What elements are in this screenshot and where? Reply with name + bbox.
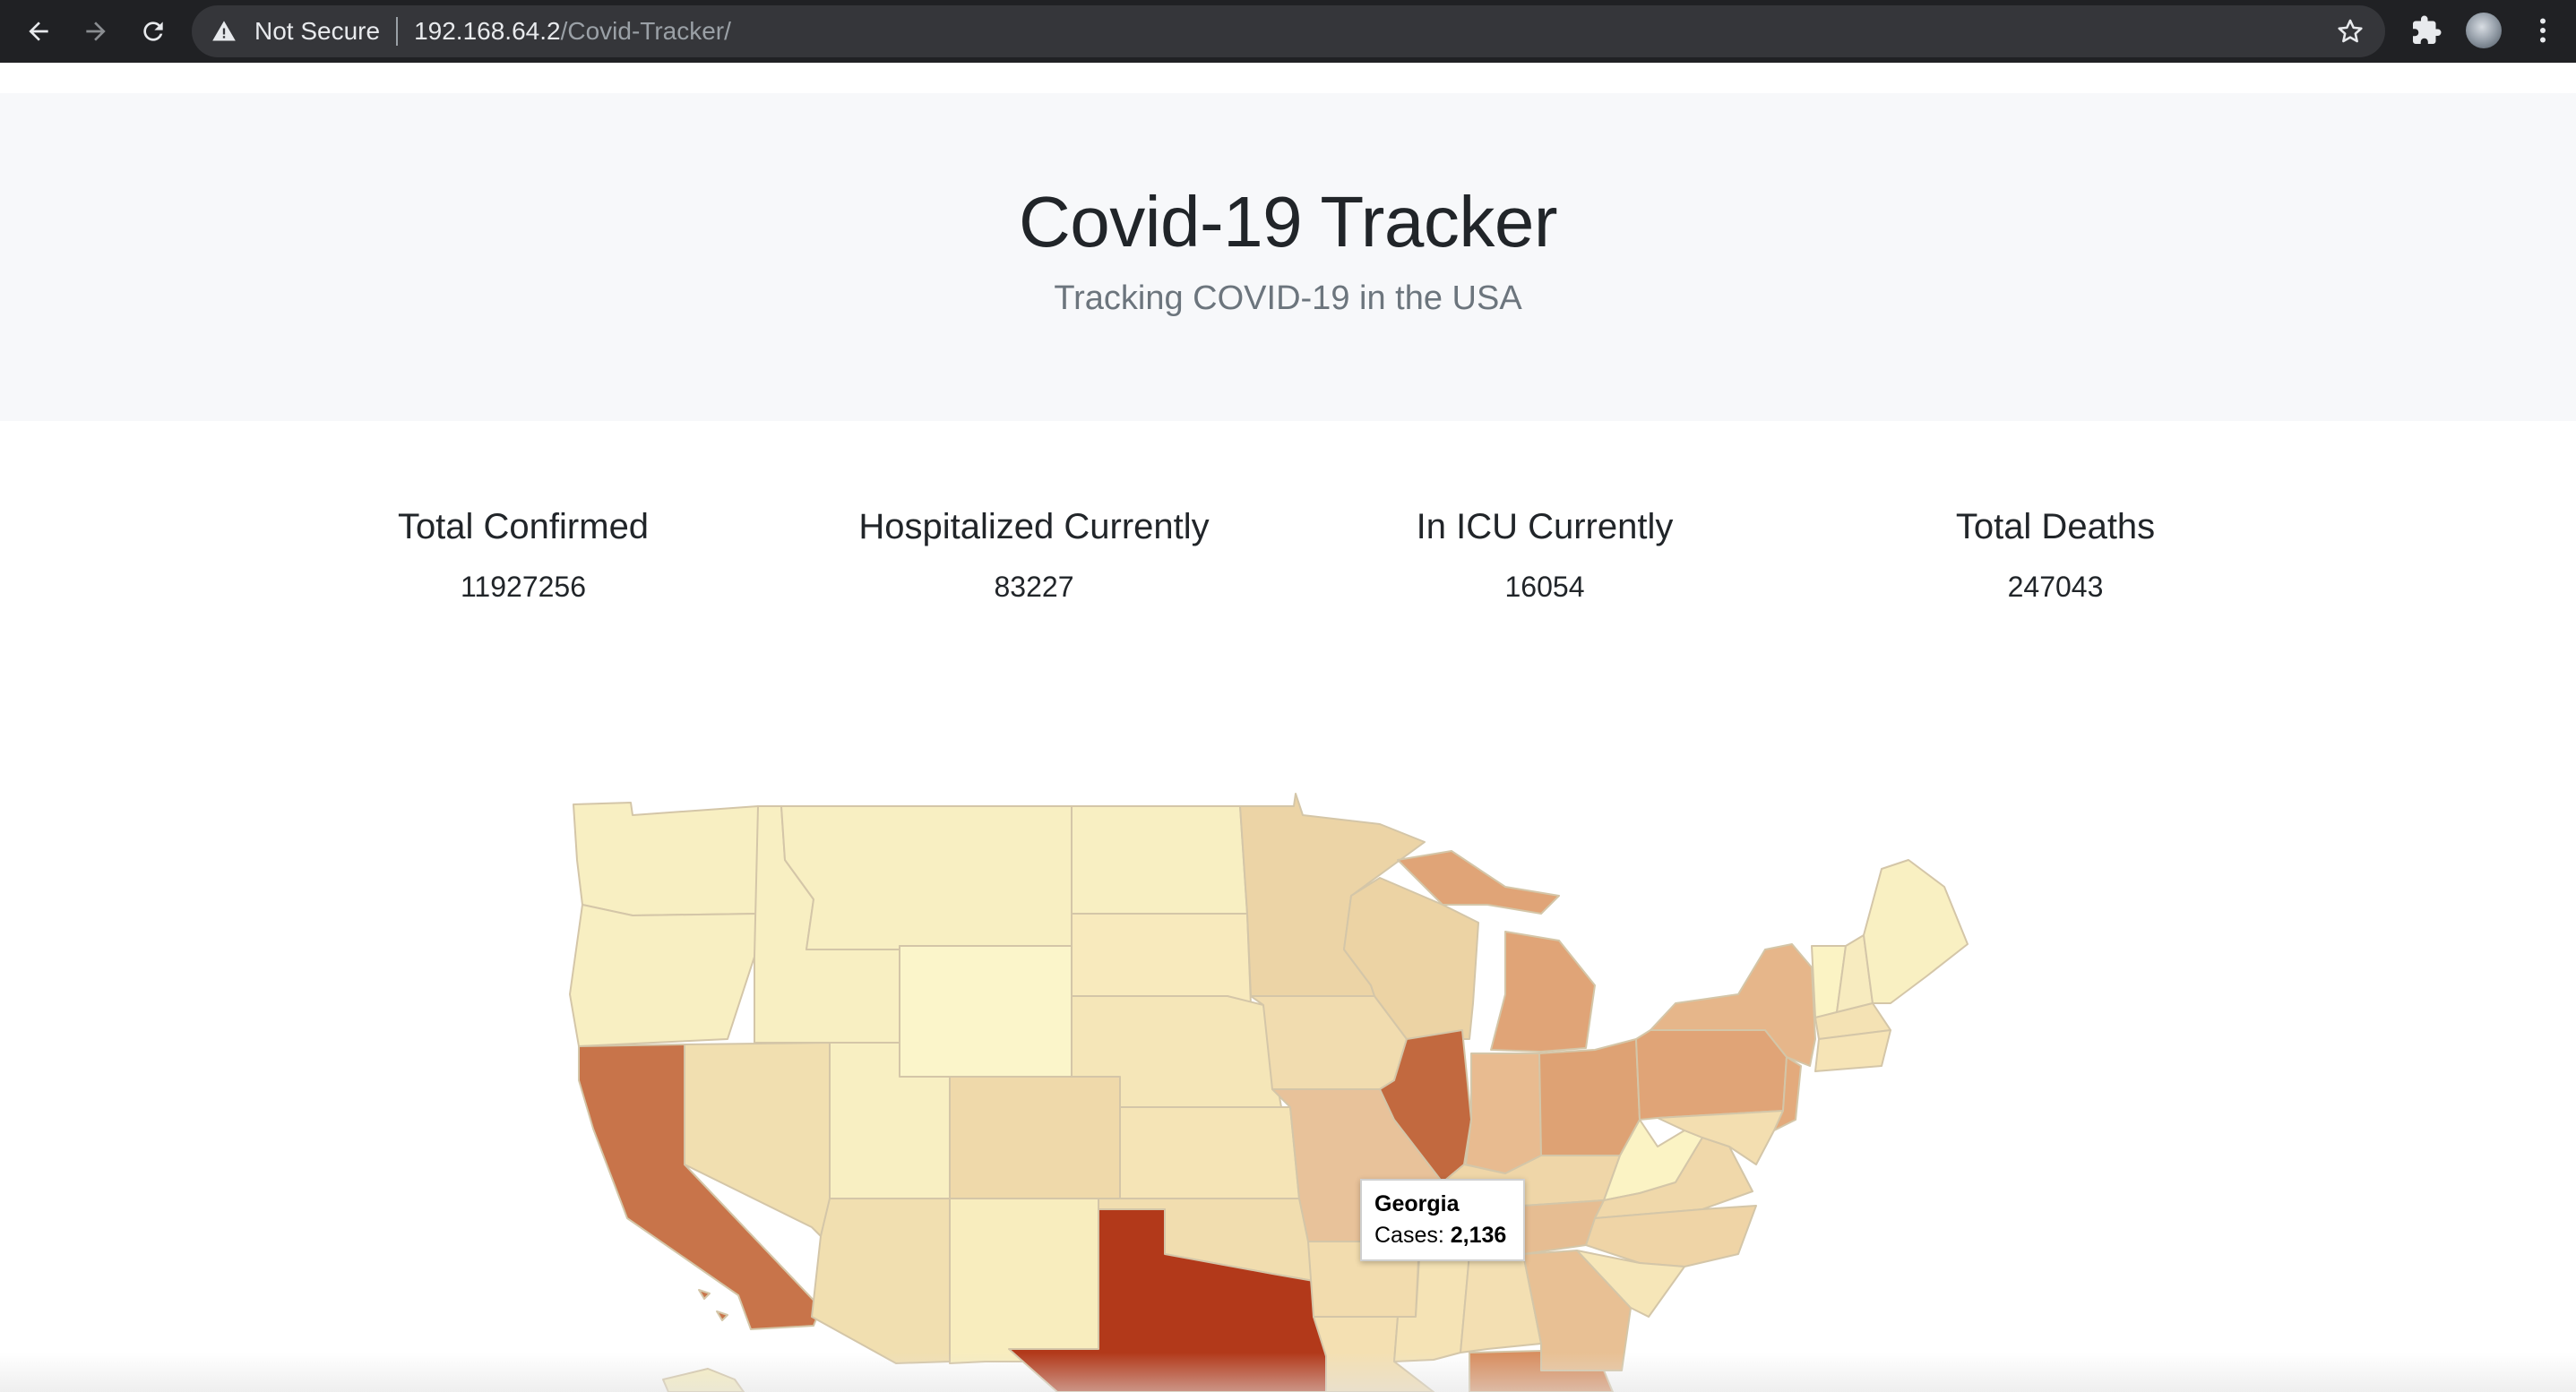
forward-arrow-icon	[86, 21, 106, 41]
state-washington[interactable]	[573, 802, 759, 916]
us-choropleth-map	[569, 793, 1969, 1392]
stat-hospitalized-currently: Hospitalized Currently 83227	[810, 507, 1258, 604]
stat-value: 83227	[994, 571, 1074, 603]
stat-value: 11927256	[461, 571, 586, 603]
tooltip-cases-label: Cases:	[1374, 1223, 1444, 1248]
stat-label: Total Deaths	[1955, 507, 2156, 546]
tooltip-cases-value: 2,136	[1450, 1223, 1507, 1248]
state-wyoming[interactable]	[899, 945, 1073, 1078]
security-label[interactable]: Not Secure	[254, 17, 380, 46]
state-new-mexico[interactable]	[949, 1198, 1099, 1364]
url-host: 192.168.64.2	[414, 17, 561, 45]
state-hawaii-partial[interactable]	[662, 1368, 745, 1392]
state-south-dakota[interactable]	[1071, 913, 1252, 1006]
omnibox-divider	[396, 17, 399, 46]
address-bar[interactable]: Not Secure 192.168.64.2/Covid-Tracker/	[192, 5, 2385, 57]
state-iowa[interactable]	[1250, 995, 1408, 1090]
hero-header: Covid-19 Tracker Tracking COVID-19 in th…	[0, 93, 2576, 421]
url-path: /Covid-Tracker/	[560, 17, 731, 45]
state-maine[interactable]	[1863, 859, 1969, 1004]
profile-avatar[interactable]	[2466, 13, 2502, 48]
page-subtitle: Tracking COVID-19 in the USA	[1054, 279, 1522, 317]
reload-button[interactable]	[133, 11, 174, 52]
kebab-menu-icon[interactable]	[2527, 13, 2559, 48]
tooltip-state-name: Georgia	[1374, 1191, 1460, 1216]
state-ohio[interactable]	[1538, 1038, 1641, 1156]
back-button[interactable]	[18, 11, 59, 52]
stat-label: Hospitalized Currently	[858, 507, 1210, 546]
state-colorado[interactable]	[949, 1076, 1121, 1199]
state-oregon[interactable]	[569, 904, 759, 1047]
warning-icon	[211, 19, 237, 44]
california-channel-islands	[698, 1289, 728, 1321]
state-north-dakota[interactable]	[1071, 805, 1248, 915]
forward-button[interactable]	[75, 11, 116, 52]
browser-toolbar: Not Secure 192.168.64.2/Covid-Tracker/	[0, 0, 2576, 63]
stat-value: 247043	[2007, 571, 2104, 603]
back-arrow-icon	[29, 21, 48, 41]
reload-icon	[143, 21, 163, 41]
state-kansas[interactable]	[1119, 1106, 1300, 1199]
stat-total-confirmed: Total Confirmed 11927256	[299, 507, 747, 604]
bookmark-star-icon[interactable]	[2335, 16, 2365, 47]
stat-total-deaths: Total Deaths 247043	[1831, 507, 2279, 604]
tooltip-cases-line: Cases: 2,136	[1374, 1223, 1511, 1249]
stat-in-icu-currently: In ICU Currently 16054	[1321, 507, 1769, 604]
map-tooltip: Georgia Cases: 2,136	[1360, 1179, 1525, 1261]
state-montana[interactable]	[780, 805, 1073, 950]
stat-label: Total Confirmed	[397, 507, 650, 546]
extensions-puzzle-icon[interactable]	[2410, 14, 2442, 47]
state-indiana[interactable]	[1465, 1053, 1542, 1174]
state-pennsylvania[interactable]	[1635, 1029, 1788, 1121]
page-title: Covid-19 Tracker	[1018, 182, 1558, 262]
state-arizona[interactable]	[811, 1198, 951, 1364]
stat-value: 16054	[1504, 571, 1585, 603]
stat-label: In ICU Currently	[1416, 507, 1674, 546]
